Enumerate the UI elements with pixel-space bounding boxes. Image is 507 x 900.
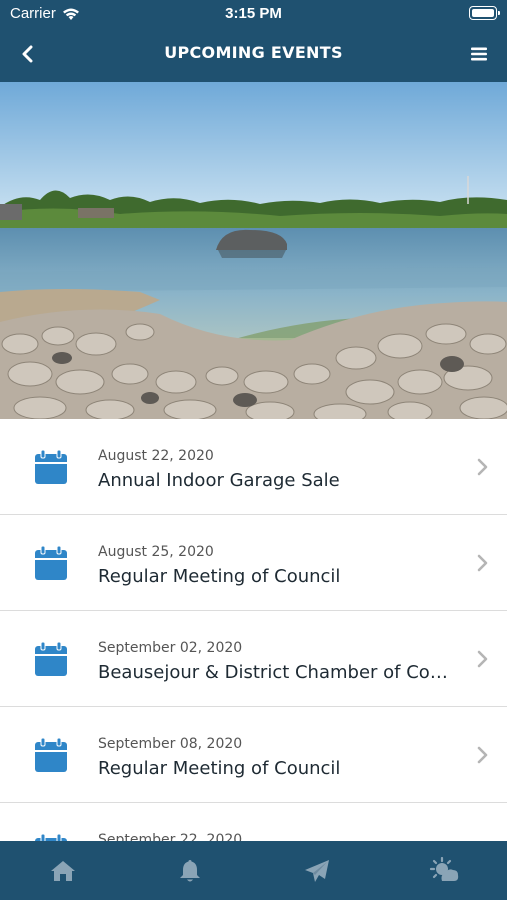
home-icon: [51, 860, 76, 881]
tab-send[interactable]: [287, 851, 347, 891]
event-name: Beausejour & District Chamber of Commerc…: [98, 662, 460, 683]
calendar-icon: [35, 449, 67, 484]
event-date: September 22, 2020: [98, 832, 243, 841]
event-name: Annual Indoor Garage Sale: [98, 470, 340, 491]
event-row[interactable]: September 02, 2020 Beausejour & District…: [0, 611, 507, 707]
event-name: Regular Meeting of Council: [98, 758, 341, 779]
chevron-right-icon: [477, 746, 488, 764]
event-date: August 25, 2020: [98, 544, 214, 560]
event-date: August 22, 2020: [98, 448, 214, 464]
calendar-icon: [35, 833, 67, 841]
chevron-right-icon: [477, 458, 488, 476]
tab-notifications[interactable]: [160, 851, 220, 891]
event-row[interactable]: September 08, 2020 Regular Meeting of Co…: [0, 707, 507, 803]
calendar-icon: [35, 641, 67, 676]
weather-icon: [429, 856, 458, 881]
event-row[interactable]: September 22, 2020: [0, 803, 507, 841]
event-date: September 08, 2020: [98, 736, 243, 752]
calendar-icon: [35, 737, 67, 772]
chevron-right-icon: [477, 650, 488, 668]
event-list: August 22, 2020 Annual Indoor Garage Sal…: [0, 419, 507, 841]
chevron-right-icon: [477, 554, 488, 572]
clock: 3:15 PM: [225, 5, 282, 22]
calendar-icon: [35, 545, 67, 580]
menu-button[interactable]: [465, 40, 493, 68]
bell-icon: [180, 859, 201, 881]
event-date: September 02, 2020: [98, 640, 243, 656]
bottom-tab-bar: [0, 841, 507, 900]
battery-icon: [469, 6, 500, 20]
tab-weather[interactable]: [414, 851, 474, 891]
event-row[interactable]: August 25, 2020 Regular Meeting of Counc…: [0, 515, 507, 611]
page-title: UPCOMING EVENTS: [164, 43, 343, 62]
hero-image: [0, 82, 507, 419]
hamburger-menu-icon: [471, 47, 487, 61]
lake-photo: [0, 82, 507, 419]
tab-home[interactable]: [33, 851, 93, 891]
navigation-bar: UPCOMING EVENTS: [0, 26, 507, 82]
status-bar: Carrier 3:15 PM: [0, 0, 507, 26]
event-row[interactable]: August 22, 2020 Annual Indoor Garage Sal…: [0, 419, 507, 515]
event-name: Regular Meeting of Council: [98, 566, 341, 587]
paper-plane-icon: [304, 859, 329, 882]
